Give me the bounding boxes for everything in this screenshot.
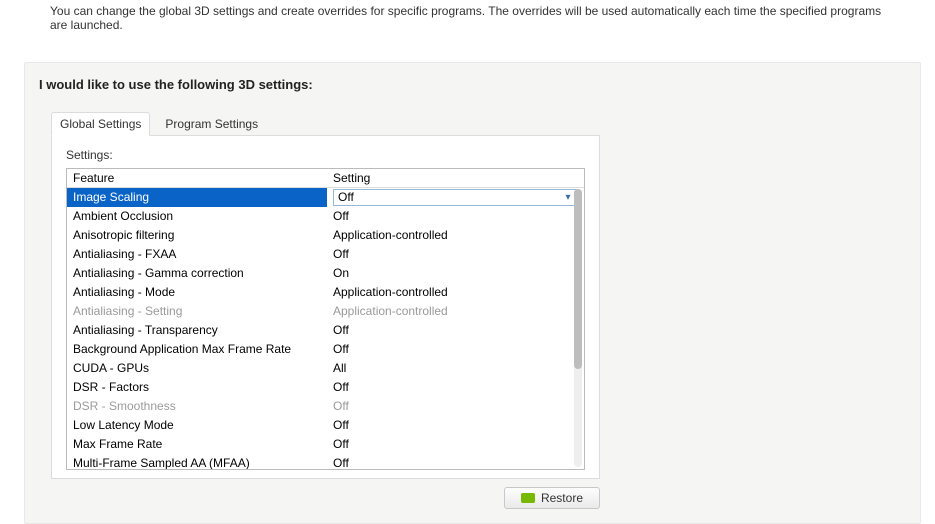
feature-cell[interactable]: Antialiasing - Gamma correction [67, 264, 327, 283]
feature-cell[interactable]: CUDA - GPUs [67, 359, 327, 378]
feature-cell[interactable]: Antialiasing - Mode [67, 283, 327, 302]
restore-row: Restore [51, 487, 600, 509]
feature-cell[interactable]: Anisotropic filtering [67, 226, 327, 245]
feature-cell[interactable]: Multi-Frame Sampled AA (MFAA) [67, 454, 327, 469]
chevron-down-icon[interactable]: ▾ [561, 191, 575, 205]
setting-cell[interactable]: Application-controlled [327, 302, 584, 321]
table-row[interactable]: Low Latency ModeOff [67, 416, 584, 435]
vertical-scrollbar[interactable] [574, 189, 582, 467]
feature-cell[interactable]: Low Latency Mode [67, 416, 327, 435]
restore-button-label: Restore [541, 491, 583, 505]
table-row[interactable]: Max Frame RateOff [67, 435, 584, 454]
setting-value: Off [338, 189, 354, 206]
restore-button[interactable]: Restore [504, 487, 600, 509]
setting-dropdown[interactable]: Off ▾ [333, 189, 578, 206]
panel-title: I would like to use the following 3D set… [25, 63, 920, 102]
table-row[interactable]: Antialiasing - ModeApplication-controlle… [67, 283, 584, 302]
tabs: Global Settings Program Settings [25, 112, 920, 136]
table-row[interactable]: Background Application Max Frame RateOff [67, 340, 584, 359]
setting-cell[interactable]: Off [327, 416, 584, 435]
table-row[interactable]: Multi-Frame Sampled AA (MFAA)Off [67, 454, 584, 469]
settings-label: Settings: [66, 148, 585, 162]
settings-table-scroll: Feature Setting Image ScalingOff▾Ambient… [67, 169, 584, 469]
setting-cell[interactable]: Off [327, 435, 584, 454]
tab-program-settings[interactable]: Program Settings [156, 112, 267, 136]
setting-cell[interactable]: Off [327, 207, 584, 226]
settings-panel: I would like to use the following 3D set… [24, 62, 921, 524]
settings-table-wrap: Feature Setting Image ScalingOff▾Ambient… [66, 168, 585, 470]
table-row[interactable]: DSR - FactorsOff [67, 378, 584, 397]
setting-cell[interactable]: On [327, 264, 584, 283]
setting-cell[interactable]: All [327, 359, 584, 378]
column-header-feature[interactable]: Feature [67, 169, 327, 188]
scroll-thumb[interactable] [574, 189, 582, 369]
setting-cell[interactable]: Application-controlled [327, 226, 584, 245]
feature-cell[interactable]: Image Scaling [67, 188, 327, 208]
setting-cell[interactable]: Off [327, 245, 584, 264]
nvidia-icon [521, 493, 535, 503]
feature-cell[interactable]: Antialiasing - Setting [67, 302, 327, 321]
feature-cell[interactable]: Max Frame Rate [67, 435, 327, 454]
table-row[interactable]: Anisotropic filteringApplication-control… [67, 226, 584, 245]
tab-body: Settings: Feature Setting Image ScalingO… [51, 135, 600, 479]
setting-cell[interactable]: Application-controlled [327, 283, 584, 302]
feature-cell[interactable]: Background Application Max Frame Rate [67, 340, 327, 359]
setting-cell[interactable]: Off [327, 397, 584, 416]
feature-cell[interactable]: DSR - Smoothness [67, 397, 327, 416]
table-row[interactable]: Antialiasing - Gamma correctionOn [67, 264, 584, 283]
column-header-setting[interactable]: Setting [327, 169, 584, 188]
feature-cell[interactable]: DSR - Factors [67, 378, 327, 397]
setting-cell[interactable]: Off [327, 340, 584, 359]
page-description: You can change the global 3D settings an… [0, 0, 935, 32]
table-row[interactable]: Antialiasing - FXAAOff [67, 245, 584, 264]
feature-cell[interactable]: Antialiasing - FXAA [67, 245, 327, 264]
settings-table: Feature Setting Image ScalingOff▾Ambient… [67, 169, 584, 469]
table-row[interactable]: Antialiasing - SettingApplication-contro… [67, 302, 584, 321]
table-row[interactable]: CUDA - GPUsAll [67, 359, 584, 378]
setting-cell[interactable]: Off [327, 454, 584, 469]
setting-cell[interactable]: Off [327, 378, 584, 397]
table-row[interactable]: Image Scaling Off ▾ [67, 188, 584, 208]
tab-global-settings[interactable]: Global Settings [51, 112, 150, 136]
feature-cell[interactable]: Antialiasing - Transparency [67, 321, 327, 340]
setting-cell[interactable]: Off ▾ [327, 188, 584, 208]
table-row[interactable]: Antialiasing - TransparencyOff [67, 321, 584, 340]
feature-cell[interactable]: Ambient Occlusion [67, 207, 327, 226]
table-row[interactable]: DSR - SmoothnessOff [67, 397, 584, 416]
table-row[interactable]: Ambient OcclusionOff [67, 207, 584, 226]
setting-cell[interactable]: Off [327, 321, 584, 340]
